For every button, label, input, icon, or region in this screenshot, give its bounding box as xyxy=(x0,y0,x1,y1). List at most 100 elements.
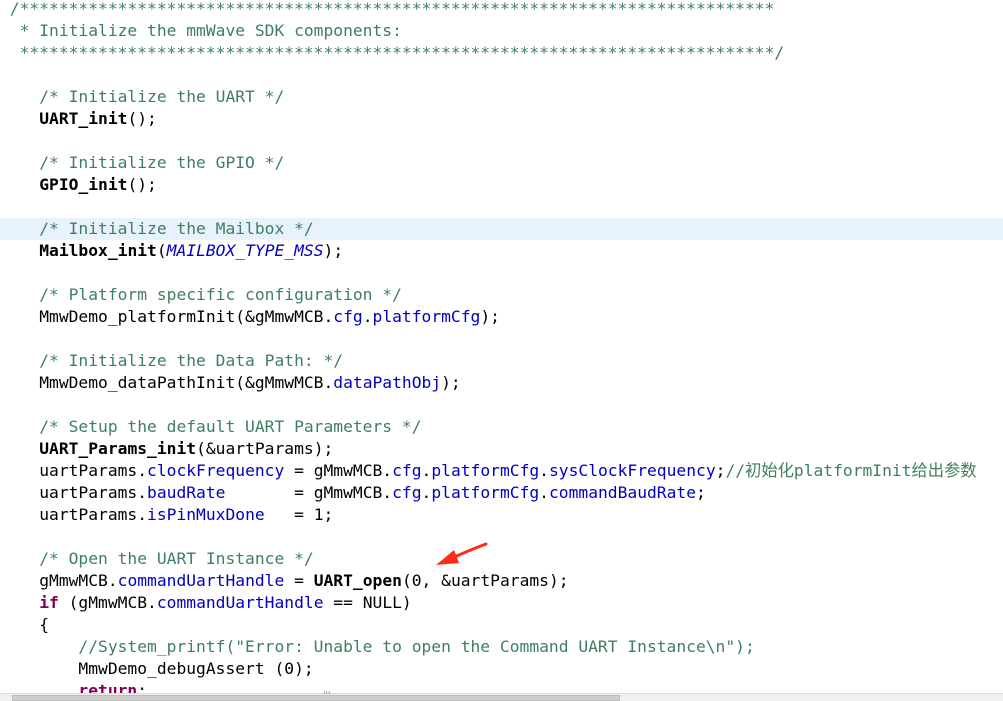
code-token: uartParams. xyxy=(0,461,148,480)
code-token: MmwDemo_platformInit(&gMmwMCB. xyxy=(0,307,334,326)
code-line[interactable]: MmwDemo_dataPathInit(&gMmwMCB.dataPathOb… xyxy=(0,372,1003,394)
code-token: . xyxy=(539,483,549,502)
code-token: clockFrequency xyxy=(147,461,285,480)
code-token: (gMmwMCB. xyxy=(58,593,157,612)
code-line[interactable]: /* Initialize the GPIO */ xyxy=(0,152,1003,174)
code-token: { xyxy=(0,615,50,634)
code-line[interactable]: /***************************************… xyxy=(0,0,1003,20)
code-line[interactable]: /* Setup the default UART Parameters */ xyxy=(0,416,1003,438)
code-token: /* Initialize the Data Path: */ xyxy=(0,351,344,370)
code-line[interactable]: { xyxy=(0,614,1003,636)
code-token: platformCfg xyxy=(431,461,540,480)
code-line[interactable]: MmwDemo_debugAssert (0); xyxy=(0,658,1003,680)
code-token: (); xyxy=(127,109,157,128)
code-token: = gMmwMCB. xyxy=(284,461,393,480)
code-line[interactable]: if (gMmwMCB.commandUartHandle == NULL) xyxy=(0,592,1003,614)
code-line[interactable]: Mailbox_init(MAILBOX_TYPE_MSS); xyxy=(0,240,1003,262)
code-token: UART_init xyxy=(39,109,128,128)
code-line[interactable] xyxy=(0,526,1003,548)
code-token: commandBaudRate xyxy=(548,483,697,502)
code-line[interactable]: gMmwMCB.commandUartHandle = UART_open(0,… xyxy=(0,570,1003,592)
code-line[interactable]: /* Platform specific configuration */ xyxy=(0,284,1003,306)
code-token: platformCfg xyxy=(431,483,540,502)
code-token: ); xyxy=(323,241,344,260)
code-line[interactable]: uartParams.clockFrequency = gMmwMCB.cfg.… xyxy=(0,460,1003,482)
code-line[interactable]: * Initialize the mmWave SDK components: xyxy=(0,20,1003,42)
code-line[interactable]: /* Initialize the Mailbox */ xyxy=(0,218,1003,240)
code-token: dataPathObj xyxy=(333,373,442,392)
code-token: ; xyxy=(715,461,726,480)
scrollbar-thumb[interactable]: ''' xyxy=(12,691,620,701)
code-token: ); xyxy=(441,373,461,392)
code-line[interactable] xyxy=(0,196,1003,218)
code-token: * Initialize the mmWave SDK components: xyxy=(0,21,402,40)
code-token: //System_printf("Error: Unable to open t… xyxy=(78,637,755,656)
code-line[interactable] xyxy=(0,64,1003,86)
code-token: /* Platform specific configuration */ xyxy=(0,285,402,304)
code-token: ; xyxy=(696,483,706,502)
code-token: if xyxy=(39,593,59,612)
code-token: GPIO_init xyxy=(39,175,128,194)
code-line[interactable]: /* Initialize the UART */ xyxy=(0,86,1003,108)
code-line[interactable]: //System_printf("Error: Unable to open t… xyxy=(0,636,1003,658)
code-editor[interactable]: /***************************************… xyxy=(0,0,1003,693)
code-token: . xyxy=(421,461,432,480)
code-token: ****************************************… xyxy=(0,43,785,62)
scrollbar-grip-icon: ''' xyxy=(323,691,331,701)
code-line[interactable] xyxy=(0,328,1003,350)
code-token: uartParams. xyxy=(0,505,148,524)
code-token: cfg xyxy=(333,307,363,326)
code-token: = 1; xyxy=(264,505,334,524)
code-line[interactable] xyxy=(0,130,1003,152)
code-line[interactable]: /* Initialize the Data Path: */ xyxy=(0,350,1003,372)
code-token: commandUartHandle xyxy=(117,571,285,590)
code-token: Mailbox_init xyxy=(39,241,157,260)
code-token: /***************************************… xyxy=(0,0,775,18)
code-token: = gMmwMCB. xyxy=(225,483,393,502)
code-line[interactable]: MmwDemo_platformInit(&gMmwMCB.cfg.platfo… xyxy=(0,306,1003,328)
code-token: (0, &uartParams); xyxy=(401,571,569,590)
code-token: /* Open the UART Instance */ xyxy=(0,549,314,568)
code-token: baudRate xyxy=(147,483,226,502)
code-token: isPinMuxDone xyxy=(147,505,265,524)
code-token: return xyxy=(78,681,138,693)
code-token: commandUartHandle xyxy=(156,593,324,612)
code-line[interactable]: ****************************************… xyxy=(0,42,1003,64)
code-line[interactable]: return; xyxy=(0,680,1003,693)
code-line[interactable] xyxy=(0,262,1003,284)
code-token: uartParams. xyxy=(0,483,148,502)
code-line[interactable]: uartParams.isPinMuxDone = 1; xyxy=(0,504,1003,526)
code-token: /* Initialize the GPIO */ xyxy=(0,153,285,172)
code-token: MmwDemo_debugAssert (0); xyxy=(0,659,314,678)
code-line[interactable]: UART_Params_init(&uartParams); xyxy=(0,438,1003,460)
code-token: UART_open xyxy=(313,571,402,590)
code-token: sysClockFrequency xyxy=(548,461,716,480)
horizontal-scrollbar[interactable]: ''' xyxy=(0,691,1003,701)
code-token: . xyxy=(539,461,549,480)
code-line[interactable] xyxy=(0,394,1003,416)
code-token: = xyxy=(284,571,314,590)
code-token: UART_Params_init xyxy=(39,439,197,458)
code-token: == NULL) xyxy=(323,593,412,612)
code-token: . xyxy=(421,483,432,502)
code-token: MmwDemo_dataPathInit(&gMmwMCB. xyxy=(0,373,334,392)
code-token: (&uartParams); xyxy=(196,439,334,458)
code-line[interactable]: /* Open the UART Instance */ xyxy=(0,548,1003,570)
code-token: cfg xyxy=(392,483,422,502)
code-token: /* Initialize the UART */ xyxy=(0,87,285,106)
code-token: platformCfg xyxy=(372,307,481,326)
code-token: ); xyxy=(480,307,500,326)
code-token: /* Initialize the Mailbox */ xyxy=(0,219,314,238)
code-token: ( xyxy=(156,241,167,260)
code-line[interactable]: GPIO_init(); xyxy=(0,174,1003,196)
code-line[interactable]: uartParams.baudRate = gMmwMCB.cfg.platfo… xyxy=(0,482,1003,504)
code-line[interactable]: UART_init(); xyxy=(0,108,1003,130)
code-token: (); xyxy=(127,175,157,194)
